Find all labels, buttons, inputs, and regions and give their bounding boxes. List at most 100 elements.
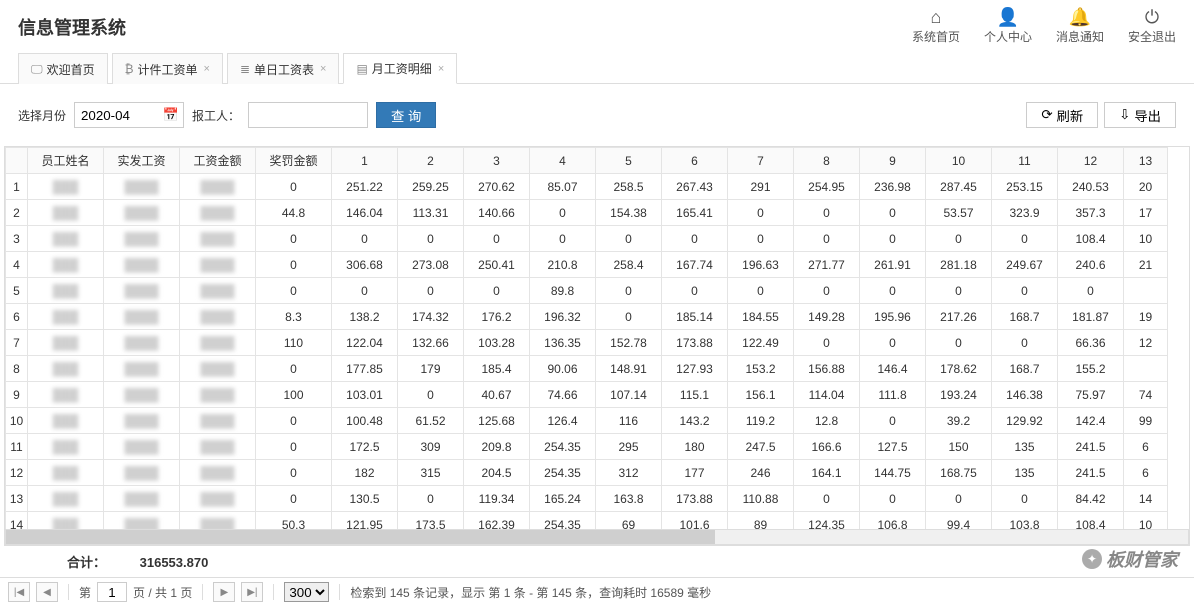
- cell-day: 173.88: [662, 330, 728, 356]
- cell-penalty: 0: [256, 460, 332, 486]
- cell-day: 113.31: [398, 200, 464, 226]
- cell-day: 240.53: [1058, 174, 1124, 200]
- table-row[interactable]: 11███████████0172.5309209.8254.352951802…: [6, 434, 1168, 460]
- cell-index: 7: [6, 330, 28, 356]
- cell-day: 132.66: [398, 330, 464, 356]
- cell-day: 295: [596, 434, 662, 460]
- total-value: 316553.870: [140, 555, 209, 570]
- tab-monthly-detail[interactable]: ▤月工资明细×: [343, 53, 457, 84]
- cell-day: 0: [794, 330, 860, 356]
- cell-amount: ████: [180, 434, 256, 460]
- cell-day: 357.3: [1058, 200, 1124, 226]
- table-row[interactable]: 8███████████0177.85179185.490.06148.9112…: [6, 356, 1168, 382]
- table-row[interactable]: 13███████████0130.50119.34165.24163.8173…: [6, 486, 1168, 512]
- cell-day: 253.15: [992, 174, 1058, 200]
- refresh-button[interactable]: ⟳刷新: [1026, 102, 1098, 128]
- cell-amount: ████: [180, 408, 256, 434]
- table-row[interactable]: 3███████████000000000000108.410: [6, 226, 1168, 252]
- wechat-icon: ✦: [1082, 549, 1102, 569]
- cell-name: ███: [28, 226, 104, 252]
- table-row[interactable]: 12███████████0182315204.5254.35312177246…: [6, 460, 1168, 486]
- close-icon[interactable]: ×: [438, 63, 444, 75]
- reporter-input[interactable]: [248, 102, 368, 128]
- cell-day: 166.6: [794, 434, 860, 460]
- cell-day: 164.1: [794, 460, 860, 486]
- cell-day: 0: [398, 486, 464, 512]
- page-size-select[interactable]: 300: [284, 582, 329, 602]
- cell-day: 241.5: [1058, 460, 1124, 486]
- cell-day: 146.04: [332, 200, 398, 226]
- cell-penalty: 0: [256, 434, 332, 460]
- cell-day: 174.32: [398, 304, 464, 330]
- cell-day: 146.4: [860, 356, 926, 382]
- table-row[interactable]: 6███████████8.3138.2174.32176.2196.32018…: [6, 304, 1168, 330]
- cell-index: 3: [6, 226, 28, 252]
- table-row[interactable]: 7███████████110122.04132.66103.28136.351…: [6, 330, 1168, 356]
- search-button[interactable]: 查 询: [376, 102, 436, 128]
- nav-logout[interactable]: ⏻安全退出: [1128, 8, 1176, 45]
- cell-day: 143.2: [662, 408, 728, 434]
- page-last[interactable]: ▶|: [241, 582, 263, 602]
- cell-day: 136.35: [530, 330, 596, 356]
- cell-penalty: 0: [256, 408, 332, 434]
- watermark: ✦ 板财管家: [1082, 546, 1178, 572]
- table-row[interactable]: 5███████████000089.800000000: [6, 278, 1168, 304]
- cell-day: 236.98: [860, 174, 926, 200]
- horizontal-scrollbar[interactable]: [5, 529, 1189, 545]
- cell-day: 103.01: [332, 382, 398, 408]
- cell-paid: ████: [104, 460, 180, 486]
- nav-profile[interactable]: 👤个人中心: [984, 8, 1032, 45]
- table-row[interactable]: 2███████████44.8146.04113.31140.660154.3…: [6, 200, 1168, 226]
- close-icon[interactable]: ×: [320, 63, 326, 75]
- cell-day: 12.8: [794, 408, 860, 434]
- cell-day: 0: [398, 382, 464, 408]
- cell-day: 150: [926, 434, 992, 460]
- cell-day: 172.5: [332, 434, 398, 460]
- cell-day: 0: [398, 226, 464, 252]
- cell-day: 155.2: [1058, 356, 1124, 382]
- cell-day: 291: [728, 174, 794, 200]
- watermark-text: 板财管家: [1106, 546, 1178, 572]
- cell-day: 0: [794, 486, 860, 512]
- calendar-icon[interactable]: 📅: [163, 107, 179, 123]
- page-number-input[interactable]: [97, 582, 127, 602]
- cell-paid: ████: [104, 408, 180, 434]
- cell-day: 0: [464, 278, 530, 304]
- cell-day: 165.41: [662, 200, 728, 226]
- cell-day: 196.32: [530, 304, 596, 330]
- cell-day: 125.68: [464, 408, 530, 434]
- page-first[interactable]: |◀: [8, 582, 30, 602]
- cell-name: ███: [28, 460, 104, 486]
- cell-day: 241.5: [1058, 434, 1124, 460]
- cell-day: 149.28: [794, 304, 860, 330]
- nav-home[interactable]: ⌂系统首页: [912, 8, 960, 45]
- table-row[interactable]: 9███████████100103.01040.6774.66107.1411…: [6, 382, 1168, 408]
- cell-day: 261.91: [860, 252, 926, 278]
- col-day: 10: [926, 148, 992, 174]
- table-row[interactable]: 4███████████0306.68273.08250.41210.8258.…: [6, 252, 1168, 278]
- cell-day: 0: [596, 226, 662, 252]
- cell-day: 153.2: [728, 356, 794, 382]
- cell-day: 254.35: [530, 460, 596, 486]
- page-next[interactable]: ▶: [213, 582, 235, 602]
- export-button[interactable]: ⇩导出: [1104, 102, 1176, 128]
- cell-day: 119.2: [728, 408, 794, 434]
- col-day: 8: [794, 148, 860, 174]
- cell-day: 167.74: [662, 252, 728, 278]
- col-day: 6: [662, 148, 728, 174]
- tab-welcome[interactable]: 🖵欢迎首页: [18, 53, 108, 84]
- page-prev[interactable]: ◀: [36, 582, 58, 602]
- cell-day: 178.62: [926, 356, 992, 382]
- cell-index: 11: [6, 434, 28, 460]
- tab-piece-pay[interactable]: ₿计件工资单×: [112, 53, 223, 84]
- table-row[interactable]: 1███████████0251.22259.25270.6285.07258.…: [6, 174, 1168, 200]
- cell-day: 0: [860, 200, 926, 226]
- nav-notify[interactable]: 🔔消息通知: [1056, 8, 1104, 45]
- page-label-post: 页 / 共 1 页: [133, 584, 192, 601]
- scrollbar-thumb[interactable]: [6, 530, 715, 544]
- table-row[interactable]: 10███████████0100.4861.52125.68126.41161…: [6, 408, 1168, 434]
- close-icon[interactable]: ×: [204, 63, 210, 75]
- cell-day: 108.4: [1058, 226, 1124, 252]
- tab-daily-pay[interactable]: ≣单日工资表×: [227, 53, 340, 84]
- cell-day: 185.4: [464, 356, 530, 382]
